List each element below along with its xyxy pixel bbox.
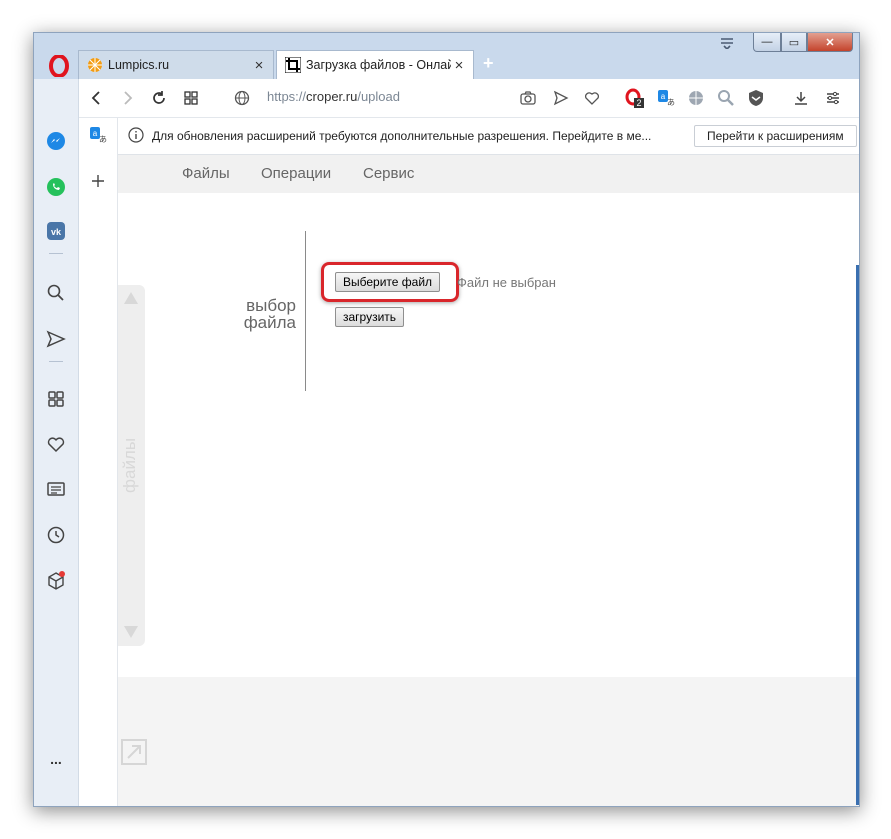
messenger-icon[interactable]	[46, 131, 66, 151]
history-clock-icon[interactable]	[46, 525, 66, 545]
heart-icon[interactable]	[46, 434, 66, 454]
extensions-cube-icon[interactable]	[46, 571, 66, 591]
svg-text:a: a	[661, 92, 666, 101]
address-toolbar: https://croper.ru/upload 2 aあ	[79, 79, 859, 118]
search-icon[interactable]	[46, 283, 66, 303]
svg-text:a: a	[93, 129, 98, 138]
reload-icon[interactable]	[151, 88, 167, 108]
choose-file-button[interactable]: Выберите файл	[335, 272, 441, 292]
tab-title: Загрузка файлов - Онлайн	[306, 58, 451, 72]
url-host: croper.ru	[306, 89, 358, 104]
sidebar-divider	[49, 361, 63, 362]
arrow-up-icon[interactable]	[123, 291, 139, 310]
minimize-button[interactable]: —	[753, 33, 781, 52]
tab-close-icon[interactable]: ×	[451, 57, 467, 74]
url-path: /upload	[357, 89, 400, 104]
translate-icon[interactable]: aあ	[89, 126, 107, 149]
adblock-count-badge: 2	[636, 98, 642, 108]
opera-logo-icon[interactable]	[48, 54, 70, 78]
page-content: Файлы Операции Сервис файлы выбор файла …	[118, 155, 859, 806]
translate-icon[interactable]: aあ	[657, 88, 675, 108]
extensions-infobar: Для обновления расширений требуются допо…	[118, 118, 859, 155]
close-window-button[interactable]: ✕	[807, 33, 853, 52]
window-controls: — ▭ ✕	[753, 33, 853, 52]
address-bar[interactable]: https://croper.ru/upload	[267, 89, 400, 104]
site-nav: Файлы Операции Сервис	[118, 155, 859, 193]
sidebar-divider	[49, 253, 63, 254]
heart-icon[interactable]	[584, 88, 600, 108]
back-icon[interactable]	[89, 88, 103, 108]
easy-setup-icon[interactable]	[825, 88, 841, 108]
vpn-globe-icon[interactable]	[687, 88, 705, 108]
crop-favicon-icon	[284, 56, 302, 74]
new-tab-button[interactable]: +	[483, 53, 494, 74]
shield-extension-icon[interactable]	[747, 88, 765, 108]
tab-croper[interactable]: Загрузка файлов - Онлайн ×	[276, 50, 474, 79]
browser-main: https://croper.ru/upload 2 aあ a あ Для об…	[79, 79, 859, 806]
download-icon[interactable]	[793, 88, 809, 108]
adblock-icon[interactable]: 2	[624, 88, 644, 108]
footer-area	[118, 677, 859, 806]
camera-icon[interactable]	[519, 88, 537, 108]
go-to-extensions-button[interactable]: Перейти к расширениям	[694, 125, 857, 147]
no-file-status: Файл не выбран	[457, 275, 556, 290]
orange-favicon-icon	[87, 57, 103, 73]
tab-lumpics[interactable]: Lumpics.ru ×	[78, 50, 274, 79]
info-icon	[128, 127, 144, 146]
browser-window: — ▭ ✕ Lumpics.ru × Загрузка файлов - Онл…	[33, 32, 860, 807]
send-icon[interactable]	[553, 88, 569, 108]
scrollbar[interactable]	[856, 265, 859, 805]
url-prefix: https://	[267, 89, 307, 104]
arrow-down-icon[interactable]	[123, 625, 139, 644]
nav-item-operations[interactable]: Операции	[261, 165, 331, 182]
label-line-2: файла	[243, 313, 296, 332]
extension-side-panel: aあ	[79, 118, 118, 806]
expand-corner-icon[interactable]	[121, 739, 147, 765]
whatsapp-icon[interactable]	[46, 177, 66, 197]
speed-dial-icon[interactable]	[46, 389, 66, 409]
add-panel-icon[interactable]	[91, 174, 105, 193]
news-icon[interactable]	[46, 479, 66, 499]
tab-title: Lumpics.ru	[108, 58, 170, 72]
forward-icon[interactable]	[121, 88, 135, 108]
svg-text:あ: あ	[667, 98, 675, 107]
maximize-button[interactable]: ▭	[781, 33, 807, 52]
files-side-tab-label: файлы	[120, 437, 139, 493]
nav-item-service[interactable]: Сервис	[363, 165, 414, 182]
opera-sidebar: vk ...	[34, 79, 79, 806]
svg-text:vk: vk	[51, 227, 62, 237]
infobar-message: Для обновления расширений требуются допо…	[152, 129, 652, 143]
magnifier-extension-icon[interactable]	[717, 88, 735, 108]
file-select-label: выбор файла	[198, 297, 296, 331]
svg-text:あ: あ	[99, 135, 107, 144]
tab-menu-icon[interactable]	[720, 37, 734, 52]
speed-dial-icon[interactable]	[183, 88, 199, 108]
nav-item-files[interactable]: Файлы	[182, 165, 230, 182]
files-side-tab[interactable]: файлы	[118, 285, 145, 646]
globe-icon[interactable]	[234, 88, 250, 108]
tab-close-icon[interactable]: ×	[251, 57, 267, 74]
vk-icon[interactable]: vk	[46, 221, 66, 241]
send-icon[interactable]	[46, 329, 66, 349]
more-icon[interactable]: ...	[46, 749, 66, 769]
upload-button[interactable]: загрузить	[335, 307, 405, 327]
label-line-1: выбор	[246, 296, 296, 315]
vertical-divider	[305, 231, 306, 391]
